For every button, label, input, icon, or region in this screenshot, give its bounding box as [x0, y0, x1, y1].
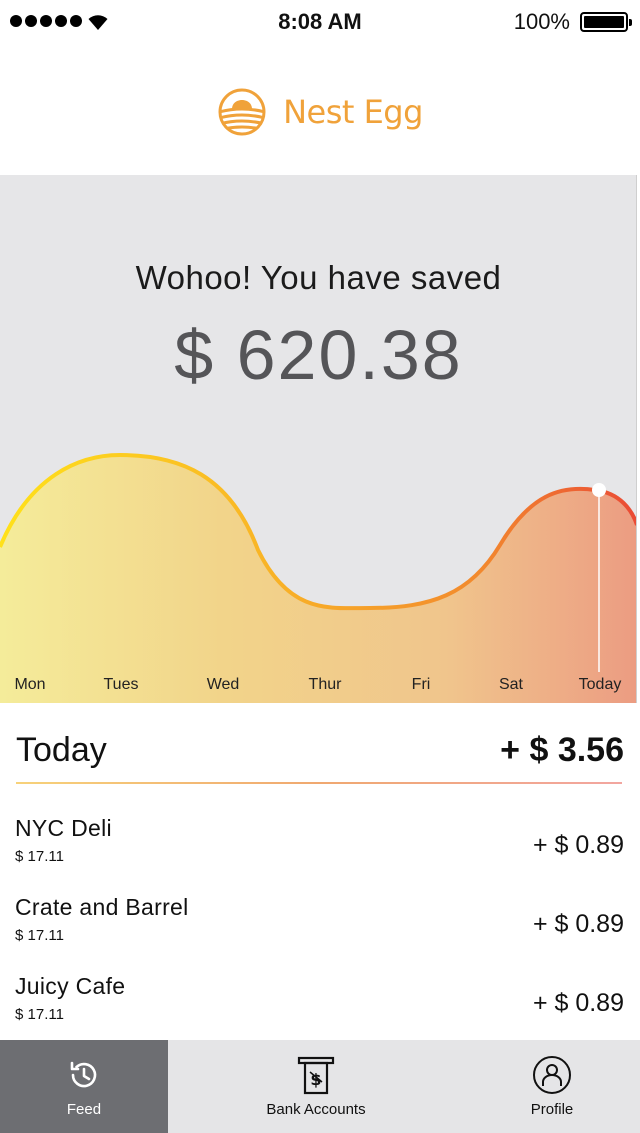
transaction-spent: $ 17.11 — [15, 927, 64, 944]
transaction-name: NYC Deli — [15, 815, 112, 841]
battery-icon — [580, 12, 632, 32]
transaction-spent: $ 17.11 — [15, 848, 64, 865]
tab-feed-label: Feed — [66, 1101, 102, 1118]
tab-bank-accounts[interactable]: $ Bank Accounts — [168, 1040, 464, 1133]
transaction-item[interactable]: Crate and Barrel $ 17.11 + $ 0.89 — [0, 884, 640, 963]
transaction-saved: + $ 0.89 — [532, 831, 624, 859]
user-icon — [533, 1056, 571, 1094]
today-marker-dot[interactable] — [592, 483, 606, 497]
savings-heading: Wohoo! You have saved — [135, 259, 502, 296]
transaction-saved: + $ 0.89 — [532, 910, 624, 938]
app-header: Nest Egg — [0, 44, 640, 175]
savings-chart: Mon Tues Wed Thur Fri Sat Today — [0, 452, 636, 703]
nest-egg-logo-icon — [218, 88, 266, 135]
svg-text:$: $ — [310, 1070, 321, 1089]
tab-feed[interactable]: Feed — [0, 1040, 168, 1133]
transaction-item[interactable]: NYC Deli $ 17.11 + $ 0.89 — [0, 805, 640, 884]
tab-profile[interactable]: Profile — [464, 1040, 640, 1133]
transaction-name: Crate and Barrel — [15, 894, 189, 920]
atm-cash-icon: $ — [297, 1056, 335, 1095]
battery-percent: 100% — [513, 9, 570, 34]
tab-bank-accounts-label: Bank Accounts — [266, 1101, 366, 1118]
chart-day-label[interactable]: Fri — [412, 676, 431, 693]
chart-day-label[interactable]: Sat — [499, 676, 524, 693]
transaction-spent: $ 17.11 — [15, 1006, 64, 1023]
today-summary: Today + $ 3.56 — [0, 703, 640, 798]
chart-day-label[interactable]: Today — [579, 676, 622, 693]
today-divider — [16, 782, 622, 784]
transaction-saved: + $ 0.89 — [532, 989, 624, 1017]
chart-day-label[interactable]: Mon — [14, 676, 45, 693]
history-icon — [70, 1061, 97, 1088]
chart-area — [0, 455, 636, 703]
today-total: + $ 3.56 — [500, 731, 624, 769]
transaction-list: NYC Deli $ 17.11 + $ 0.89 Crate and Barr… — [0, 805, 640, 1042]
chart-day-label[interactable]: Thur — [309, 676, 343, 693]
savings-amount: $ 620.38 — [174, 316, 463, 394]
transaction-name: Juicy Cafe — [15, 973, 126, 999]
tab-bar: Feed $ Bank Accounts Profile — [0, 1040, 640, 1133]
chart-day-label[interactable]: Wed — [207, 676, 240, 693]
tab-profile-label: Profile — [530, 1101, 574, 1118]
status-bar: 8:08 AM 100% — [0, 0, 640, 44]
chart-day-label[interactable]: Tues — [104, 676, 139, 693]
transaction-item[interactable]: Juicy Cafe $ 17.11 + $ 0.89 — [0, 963, 640, 1042]
app-title: Nest Egg — [283, 92, 423, 131]
today-label: Today — [16, 731, 107, 769]
savings-hero: Mon Tues Wed Thur Fri Sat Today Wohoo! You hav… — [0, 175, 637, 703]
